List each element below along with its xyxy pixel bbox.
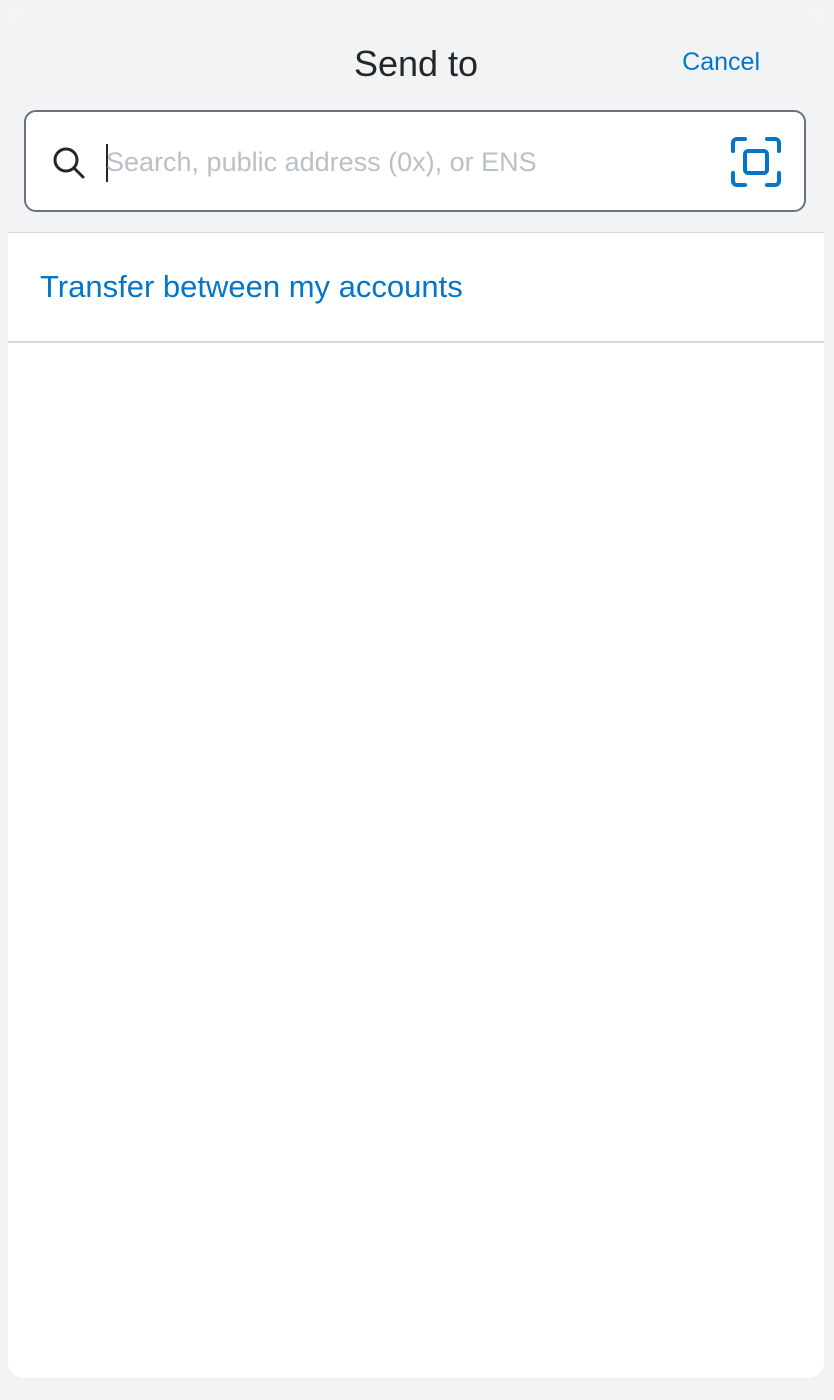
qr-scan-icon[interactable] bbox=[730, 136, 782, 188]
search-field[interactable] bbox=[24, 110, 806, 212]
search-icon bbox=[52, 146, 86, 180]
search-input[interactable] bbox=[106, 134, 706, 190]
cancel-button[interactable]: Cancel bbox=[682, 46, 760, 78]
sheet-header: Send to Cancel bbox=[8, 10, 824, 233]
transfer-label: Transfer between my accounts bbox=[40, 269, 463, 304]
send-to-sheet: Send to Cancel Tran bbox=[8, 10, 824, 1378]
transfer-between-accounts-link[interactable]: Transfer between my accounts bbox=[8, 233, 824, 343]
